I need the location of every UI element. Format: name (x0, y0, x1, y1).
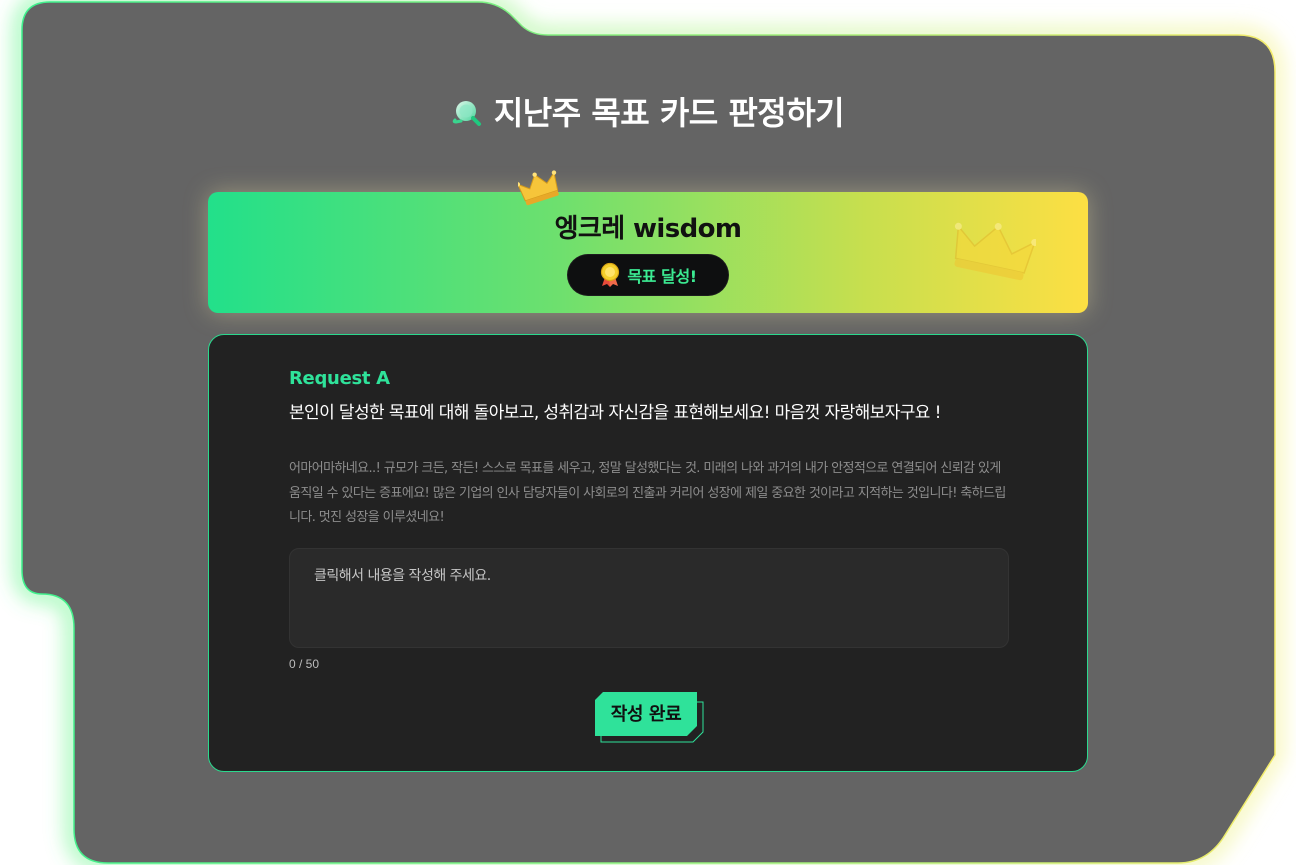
crown-icon (518, 170, 559, 206)
request-label: Request A (289, 368, 390, 389)
character-counter: 0 / 50 (289, 657, 320, 671)
banner-name: 엥크레 wisdom (554, 214, 742, 244)
goal-banner: 엥크레 wisdom 목표 달성! (208, 170, 1088, 313)
answer-input[interactable] (290, 549, 1008, 647)
request-card: Request A 본인이 달성한 목표에 대해 돌아보고, 성취감과 자신감을… (208, 334, 1088, 772)
submit-button[interactable]: 작성 완료 (593, 690, 705, 744)
page-title: 지난주 목표 카드 판정하기 (0, 88, 1296, 134)
medal-icon (601, 262, 620, 287)
submit-button-label: 작성 완료 (610, 704, 682, 725)
request-description: 어마어마하네요..! 규모가 크든, 작든! 스스로 목표를 세우고, 정말 달… (289, 461, 1006, 525)
page-root: 지난주 목표 카드 판정하기 엥크레 wisdom 목표 달성! Request… (0, 0, 1296, 865)
goal-achieved-badge: 목표 달성! (567, 254, 729, 296)
answer-field[interactable] (289, 548, 1009, 648)
request-question: 본인이 달성한 목표에 대해 돌아보고, 성취감과 자신감을 표현해보세요! 마… (289, 403, 941, 423)
page-title-text: 지난주 목표 카드 판정하기 (493, 94, 845, 132)
badge-label: 목표 달성! (627, 267, 697, 286)
magnifier-icon (452, 101, 481, 126)
